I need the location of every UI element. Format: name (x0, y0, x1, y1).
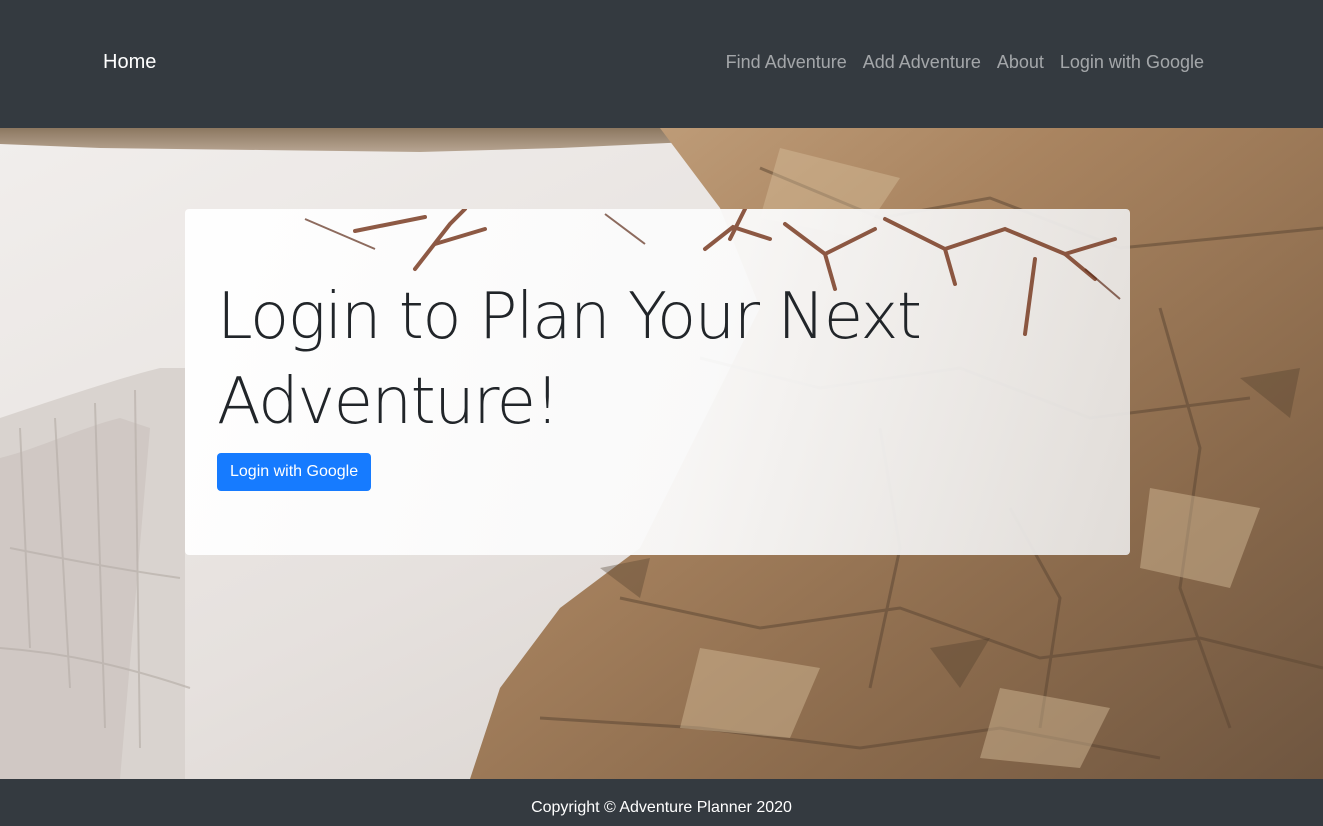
nav-login-with-google[interactable]: Login with Google (1060, 50, 1204, 74)
page-title: Login to Plan Your Next Adventure! (217, 280, 922, 439)
login-jumbotron: Login to Plan Your Next Adventure! Login… (185, 209, 1130, 555)
nav-add-adventure[interactable]: Add Adventure (863, 50, 981, 74)
nav-find-adventure[interactable]: Find Adventure (726, 50, 847, 74)
footer: Copyright © Adventure Planner 2020 (0, 779, 1323, 826)
login-with-google-button[interactable]: Login with Google (217, 453, 372, 491)
top-navbar: Home Find Adventure Add Adventure About … (0, 0, 1323, 128)
nav-links: Find Adventure Add Adventure About Login… (726, 50, 1204, 74)
home-link[interactable]: Home (103, 50, 156, 74)
copyright-text: Copyright © Adventure Planner 2020 (531, 799, 792, 816)
nav-about[interactable]: About (997, 50, 1044, 74)
